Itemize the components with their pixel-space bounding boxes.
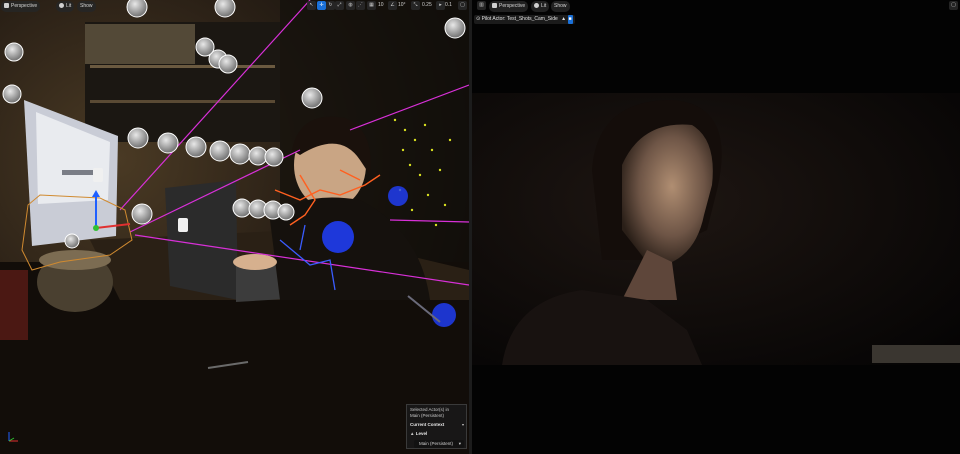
- surface-snap-icon[interactable]: ⋰: [356, 1, 365, 10]
- camera-view-scene[interactable]: [472, 0, 960, 454]
- control-sphere[interactable]: [432, 303, 456, 327]
- scale-mode-icon[interactable]: ⤢: [335, 1, 344, 10]
- left-viewport-toolbar: Perspective Lit Show ↖ ✛ ↻ ⤢ ◍ ⋰ ▦ 10 ∠ …: [1, 1, 468, 12]
- scale-snap-value[interactable]: 0.25: [422, 1, 432, 10]
- chevron-down-icon[interactable]: ▾: [462, 422, 464, 427]
- eject-pilot-icon[interactable]: ▲: [561, 16, 566, 22]
- world-space-icon[interactable]: ◍: [346, 1, 355, 10]
- sun-icon: [534, 3, 539, 8]
- rotation-snap-value[interactable]: 10°: [398, 1, 406, 10]
- show-button[interactable]: Show: [551, 1, 570, 12]
- level-row: ▲ Level: [410, 431, 427, 436]
- context-panel: Selected Actor(s) in Main (Persistent) C…: [406, 404, 467, 449]
- rotate-mode-icon[interactable]: ↻: [326, 1, 335, 10]
- right-viewport-toolbar: ▥ Perspective Lit Show ▢: [473, 1, 959, 12]
- selected-actors-label: Selected Actor(s) in: [410, 407, 450, 412]
- pilot-actor-prefix: Pilot Actor:: [481, 16, 506, 22]
- background-lamp: [872, 345, 960, 363]
- camera-speed-icon[interactable]: ▸: [436, 1, 445, 10]
- level-dropdown[interactable]: Main (Persistent) ▾: [414, 440, 464, 448]
- light-bulb-icon[interactable]: [178, 218, 188, 232]
- axis-indicator: [8, 432, 18, 442]
- perspective-button[interactable]: Perspective: [489, 1, 529, 12]
- control-sphere[interactable]: [322, 221, 354, 253]
- pilot-actor-icon: ⊙: [476, 16, 481, 22]
- rotation-snap-icon[interactable]: ∠: [388, 1, 397, 10]
- maximize-viewport-icon[interactable]: ▢: [458, 1, 467, 10]
- scale-snap-icon[interactable]: ⤡: [411, 1, 420, 10]
- show-button[interactable]: Show: [77, 1, 96, 12]
- grid-snap-value[interactable]: 10: [378, 1, 384, 10]
- editor-scene[interactable]: [0, 0, 469, 454]
- perspective-button[interactable]: Perspective: [1, 1, 41, 12]
- right-viewport[interactable]: ▥ Perspective Lit Show ▢ ⊙ Pilot Actor: …: [472, 0, 960, 454]
- camera-lock-icon[interactable]: ■: [567, 15, 573, 24]
- current-context-header[interactable]: Current Context: [410, 422, 444, 427]
- camera-icon: [492, 3, 497, 8]
- lit-button[interactable]: Lit: [56, 1, 75, 12]
- level-label: Level: [415, 431, 428, 436]
- maximize-viewport-icon[interactable]: ▢: [949, 1, 958, 10]
- viewport-options-icon[interactable]: ▥: [477, 1, 486, 10]
- chevron-down-icon: ▾: [458, 441, 461, 446]
- left-viewport[interactable]: Perspective Lit Show ↖ ✛ ↻ ⤢ ◍ ⋰ ▦ 10 ∠ …: [0, 0, 469, 454]
- sun-icon: [59, 3, 64, 8]
- camera-speed-value[interactable]: 0.1: [445, 1, 452, 10]
- translate-mode-icon[interactable]: ✛: [317, 1, 326, 10]
- pilot-actor-name: Test_Shots_Cam_Side: [506, 16, 558, 22]
- selected-actors-level: Main (Persistent): [410, 413, 445, 418]
- select-mode-icon[interactable]: ↖: [307, 1, 316, 10]
- pilot-actor-bar: ⊙ Pilot Actor: Test_Shots_Cam_Side ▲ ■: [474, 15, 575, 24]
- camera-icon: [4, 3, 9, 8]
- grid-snap-icon[interactable]: ▦: [367, 1, 376, 10]
- control-sphere[interactable]: [388, 186, 408, 206]
- level-icon: ▲: [410, 431, 415, 436]
- lit-button[interactable]: Lit: [531, 1, 550, 12]
- light-bulb-icon[interactable]: [93, 168, 103, 182]
